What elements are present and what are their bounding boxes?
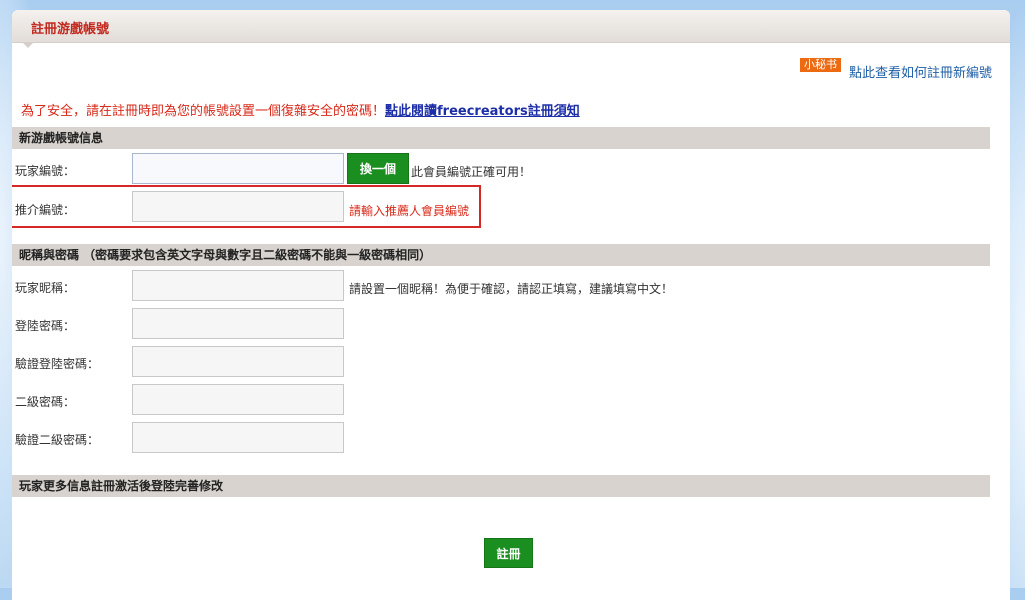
second-password-label: 二級密碼：	[15, 395, 76, 409]
registration-panel: 註冊游戲帳號 小秘书 點此查看如何註冊新編號 為了安全，請在註冊時即為您的帳號設…	[12, 10, 1010, 600]
nickname-input[interactable]	[132, 270, 344, 301]
second-password-input[interactable]	[132, 384, 344, 415]
confirm-second-password-label: 驗證二級密碼：	[15, 433, 100, 447]
how-to-register-link[interactable]: 點此查看如何註冊新編號	[849, 62, 992, 81]
login-password-input[interactable]	[132, 308, 344, 339]
change-id-button[interactable]: 換一個	[347, 153, 409, 184]
page-title: 註冊游戲帳號	[31, 22, 110, 37]
referral-id-hint: 請輸入推薦人會員編號	[349, 204, 470, 218]
nickname-hint: 請設置一個昵稱！為便于確認，請認正填寫，建議填寫中文！	[349, 282, 674, 296]
register-button[interactable]: 註冊	[484, 538, 533, 568]
confirm-second-password-input[interactable]	[132, 422, 344, 453]
section-more-info: 玩家更多信息註冊激活後登陸完善修改	[12, 475, 990, 497]
referral-id-label: 推介編號：	[15, 203, 76, 217]
security-notice: 為了安全，請在註冊時即為您的帳號設置一個復雜安全的密碼！點此閱讀freecrea…	[21, 100, 580, 119]
tip-badge: 小秘书	[800, 58, 841, 72]
referral-id-input[interactable]	[132, 191, 344, 222]
confirm-login-password-input[interactable]	[132, 346, 344, 377]
nickname-label: 玩家昵稱：	[15, 281, 76, 295]
registration-terms-link[interactable]: 點此閱讀freecreators註冊須知	[385, 104, 580, 119]
player-id-input[interactable]	[132, 153, 344, 184]
panel-header: 註冊游戲帳號	[12, 10, 1010, 43]
player-id-hint: 此會員編號正確可用！	[411, 165, 532, 179]
player-id-label: 玩家編號：	[15, 164, 76, 178]
confirm-login-password-label: 驗證登陸密碼：	[15, 357, 100, 371]
security-notice-text: 為了安全，請在註冊時即為您的帳號設置一個復雜安全的密碼！	[21, 104, 386, 119]
section-account-info: 新游戲帳號信息	[12, 127, 990, 149]
login-password-label: 登陸密碼：	[15, 319, 76, 333]
section-nickname-password: 昵稱與密碼 （密碼要求包含英文字母與數字且二級密碼不能與一級密碼相同）	[12, 244, 990, 266]
header-notch	[22, 42, 34, 48]
